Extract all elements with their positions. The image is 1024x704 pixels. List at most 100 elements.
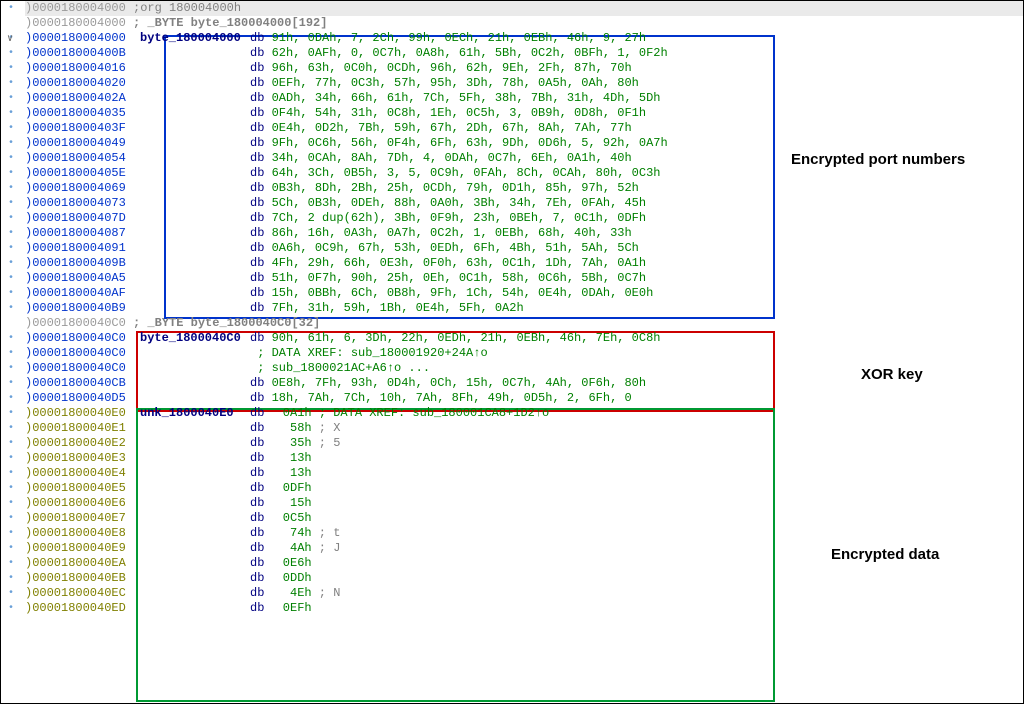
byte-values: 7Fh, 31h, 59h, 1Bh, 0E4h, 5Fh, 0A2h bbox=[272, 301, 524, 315]
disassembly-listing[interactable]: )0000180004000 ;org 180004000h )000018000… bbox=[21, 1, 1023, 703]
address: )000018000407D bbox=[25, 211, 140, 226]
byte-values: 0F4h, 54h, 31h, 0C8h, 1Eh, 0C5h, 3, 0B9h… bbox=[272, 106, 646, 120]
gutter-marker: • bbox=[1, 511, 21, 526]
gutter-marker: • bbox=[1, 436, 21, 451]
annotation-xorkey: XOR key bbox=[861, 366, 923, 383]
gutter-marker: • bbox=[1, 181, 21, 196]
db-directive: db bbox=[250, 406, 272, 420]
collapse-chevron-icon[interactable]: ∨ bbox=[7, 32, 13, 47]
db-directive: db bbox=[250, 466, 272, 480]
db-directive: db bbox=[250, 376, 272, 390]
db-directive: db bbox=[250, 136, 272, 150]
data-label: unk_1800040E0 bbox=[140, 406, 234, 420]
byte-values: 5Ch, 0B3h, 0DEh, 88h, 0A0h, 3Bh, 34h, 7E… bbox=[272, 196, 646, 210]
gutter-marker: • bbox=[1, 76, 21, 91]
comment: ; _BYTE byte_1800040C0[32] bbox=[133, 316, 320, 330]
gutter-marker: • bbox=[1, 466, 21, 481]
byte-values: 51h, 0F7h, 90h, 25h, 0Eh, 0C1h, 58h, 0C6… bbox=[272, 271, 646, 285]
gutter-marker bbox=[1, 16, 21, 31]
gutter-marker bbox=[1, 316, 21, 331]
address: )000018000400B bbox=[25, 46, 140, 61]
db-directive: db bbox=[250, 121, 272, 135]
db-directive: db bbox=[250, 481, 272, 495]
annotation-encdata: Encrypted data bbox=[831, 546, 939, 563]
byte-values: 62h, 0AFh, 0, 0C7h, 0A8h, 61h, 5Bh, 0C2h… bbox=[272, 46, 668, 60]
byte-value: 0E6h bbox=[272, 556, 312, 571]
byte-values: 0EFh, 77h, 0C3h, 57h, 95h, 3Dh, 78h, 0A5… bbox=[272, 76, 639, 90]
db-directive: db bbox=[250, 286, 272, 300]
gutter-marker: • bbox=[1, 166, 21, 181]
gutter-marker: • bbox=[1, 601, 21, 616]
data-label: byte_1800040C0 bbox=[140, 331, 241, 345]
char-comment: ; t bbox=[312, 526, 341, 540]
address: )00001800040E3 bbox=[25, 451, 140, 466]
address: )000018000403F bbox=[25, 121, 140, 136]
byte-value: 0DDh bbox=[272, 571, 312, 586]
gutter-marker: • bbox=[1, 286, 21, 301]
gutter-marker: • bbox=[1, 151, 21, 166]
db-directive: db bbox=[250, 46, 272, 60]
address: )00001800040E4 bbox=[25, 466, 140, 481]
db-directive: db bbox=[250, 256, 272, 270]
gutter-marker: • bbox=[1, 1, 21, 16]
db-directive: db bbox=[250, 541, 272, 555]
db-directive: db bbox=[250, 421, 272, 435]
db-directive: db bbox=[250, 151, 272, 165]
gutter-marker: • bbox=[1, 121, 21, 136]
address: )000018000405E bbox=[25, 166, 140, 181]
db-directive: db bbox=[250, 226, 272, 240]
byte-value: 0EFh bbox=[272, 601, 312, 616]
address: )00001800040E9 bbox=[25, 541, 140, 556]
db-directive: db bbox=[250, 331, 272, 345]
address: )00001800040E0 bbox=[25, 406, 140, 421]
address: )0000180004000 bbox=[25, 16, 126, 30]
xref: ; DATA XREF: sub_180001CA8+1D2↑o bbox=[319, 406, 549, 420]
address: )00001800040E6 bbox=[25, 496, 140, 511]
byte-value: 0C5h bbox=[272, 511, 312, 526]
byte-values: 4Fh, 29h, 66h, 0E3h, 0F0h, 63h, 0C1h, 1D… bbox=[272, 256, 646, 270]
gutter-marker: • bbox=[1, 571, 21, 586]
gutter-marker: • bbox=[1, 421, 21, 436]
gutter-marker: • bbox=[1, 391, 21, 406]
gutter-marker: • bbox=[1, 256, 21, 271]
byte-value: 35h bbox=[272, 436, 312, 451]
address: )00001800040E2 bbox=[25, 436, 140, 451]
byte-value: 13h bbox=[272, 451, 312, 466]
byte-values: 86h, 16h, 0A3h, 0A7h, 0C2h, 1, 0EBh, 68h… bbox=[272, 226, 632, 240]
byte-values: 0A6h, 0C9h, 67h, 53h, 0EDh, 6Fh, 4Bh, 51… bbox=[272, 241, 639, 255]
data-label: byte_180004000 bbox=[140, 31, 241, 45]
char-comment: ; J bbox=[312, 541, 341, 555]
gutter-marker: • bbox=[1, 376, 21, 391]
db-directive: db bbox=[250, 301, 272, 315]
address: )00001800040B9 bbox=[25, 301, 140, 316]
gutter-marker: • bbox=[1, 586, 21, 601]
gutter-marker: • bbox=[1, 451, 21, 466]
address: )00001800040C0 bbox=[25, 331, 140, 346]
byte-values: 9Fh, 0C6h, 56h, 0F4h, 6Fh, 63h, 9Dh, 0D6… bbox=[272, 136, 668, 150]
db-directive: db bbox=[250, 271, 272, 285]
annotation-ports: Encrypted port numbers bbox=[791, 151, 965, 168]
comment: ;org 180004000h bbox=[133, 1, 241, 15]
address: )0000180004035 bbox=[25, 106, 140, 121]
address: )00001800040E7 bbox=[25, 511, 140, 526]
byte-values: 0E8h, 7Fh, 93h, 0D4h, 0Ch, 15h, 0C7h, 4A… bbox=[272, 376, 646, 390]
address: )00001800040C0 bbox=[25, 346, 140, 361]
gutter-marker: • bbox=[1, 331, 21, 346]
address: )00001800040A5 bbox=[25, 271, 140, 286]
address: )00001800040ED bbox=[25, 601, 140, 616]
byte-value: 4Ah bbox=[272, 541, 312, 556]
char-comment: ; N bbox=[312, 586, 341, 600]
byte-values: 0B3h, 8Dh, 2Bh, 25h, 0CDh, 79h, 0D1h, 85… bbox=[272, 181, 639, 195]
db-directive: db bbox=[250, 571, 272, 585]
address: )0000180004049 bbox=[25, 136, 140, 151]
xref: ; DATA XREF: sub_180001920+24A↑o bbox=[257, 346, 487, 360]
gutter: ••••••••••••••••••••••••••••••••••••••• bbox=[1, 1, 21, 703]
gutter-marker: • bbox=[1, 106, 21, 121]
gutter-marker: • bbox=[1, 346, 21, 361]
address: )0000180004020 bbox=[25, 76, 140, 91]
db-directive: db bbox=[250, 451, 272, 465]
address: )0000180004016 bbox=[25, 61, 140, 76]
byte-value: 15h bbox=[272, 496, 312, 511]
byte-values: 0E4h, 0D2h, 7Bh, 59h, 67h, 2Dh, 67h, 8Ah… bbox=[272, 121, 632, 135]
address: )00001800040E8 bbox=[25, 526, 140, 541]
